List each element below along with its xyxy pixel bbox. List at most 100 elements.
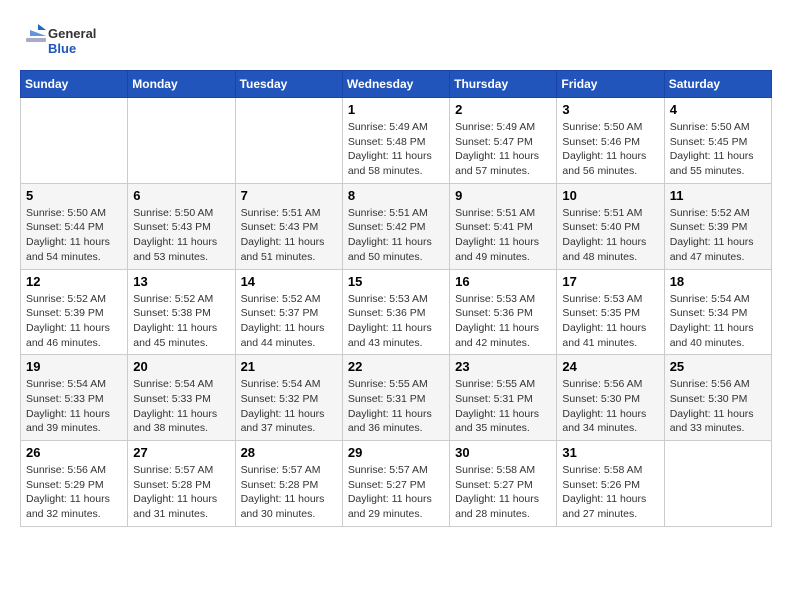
- day-info: Sunrise: 5:56 AM Sunset: 5:30 PM Dayligh…: [562, 377, 658, 436]
- day-number: 5: [26, 188, 122, 203]
- day-number: 13: [133, 274, 229, 289]
- calendar-cell: 24 Sunrise: 5:56 AM Sunset: 5:30 PM Dayli…: [557, 355, 664, 441]
- weekday-header-monday: Monday: [128, 71, 235, 98]
- weekday-header-saturday: Saturday: [664, 71, 771, 98]
- weekday-header-wednesday: Wednesday: [342, 71, 449, 98]
- day-info: Sunrise: 5:54 AM Sunset: 5:32 PM Dayligh…: [241, 377, 337, 436]
- calendar-cell: 22 Sunrise: 5:55 AM Sunset: 5:31 PM Dayli…: [342, 355, 449, 441]
- logo: General Blue: [20, 20, 110, 60]
- day-info: Sunrise: 5:52 AM Sunset: 5:38 PM Dayligh…: [133, 292, 229, 351]
- day-number: 7: [241, 188, 337, 203]
- day-number: 3: [562, 102, 658, 117]
- day-number: 15: [348, 274, 444, 289]
- day-info: Sunrise: 5:54 AM Sunset: 5:34 PM Dayligh…: [670, 292, 766, 351]
- day-info: Sunrise: 5:51 AM Sunset: 5:40 PM Dayligh…: [562, 206, 658, 265]
- day-number: 8: [348, 188, 444, 203]
- day-number: 24: [562, 359, 658, 374]
- calendar-table: SundayMondayTuesdayWednesdayThursdayFrid…: [20, 70, 772, 527]
- day-number: 2: [455, 102, 551, 117]
- calendar-cell: 26 Sunrise: 5:56 AM Sunset: 5:29 PM Dayli…: [21, 441, 128, 527]
- day-number: 28: [241, 445, 337, 460]
- calendar-cell: 4 Sunrise: 5:50 AM Sunset: 5:45 PM Daylig…: [664, 98, 771, 184]
- weekday-header-friday: Friday: [557, 71, 664, 98]
- svg-text:Blue: Blue: [48, 41, 76, 56]
- day-info: Sunrise: 5:49 AM Sunset: 5:48 PM Dayligh…: [348, 120, 444, 179]
- day-info: Sunrise: 5:50 AM Sunset: 5:45 PM Dayligh…: [670, 120, 766, 179]
- day-info: Sunrise: 5:58 AM Sunset: 5:27 PM Dayligh…: [455, 463, 551, 522]
- day-info: Sunrise: 5:56 AM Sunset: 5:29 PM Dayligh…: [26, 463, 122, 522]
- day-number: 31: [562, 445, 658, 460]
- day-info: Sunrise: 5:55 AM Sunset: 5:31 PM Dayligh…: [455, 377, 551, 436]
- calendar-cell: [235, 98, 342, 184]
- day-number: 27: [133, 445, 229, 460]
- day-number: 26: [26, 445, 122, 460]
- day-number: 4: [670, 102, 766, 117]
- calendar-cell: 6 Sunrise: 5:50 AM Sunset: 5:43 PM Daylig…: [128, 183, 235, 269]
- calendar-cell: 21 Sunrise: 5:54 AM Sunset: 5:32 PM Dayli…: [235, 355, 342, 441]
- week-row-3: 12 Sunrise: 5:52 AM Sunset: 5:39 PM Dayli…: [21, 269, 772, 355]
- day-info: Sunrise: 5:51 AM Sunset: 5:42 PM Dayligh…: [348, 206, 444, 265]
- day-info: Sunrise: 5:54 AM Sunset: 5:33 PM Dayligh…: [26, 377, 122, 436]
- day-number: 6: [133, 188, 229, 203]
- calendar-cell: 10Sunrise: 5:51 AM Sunset: 5:40 PM Dayli…: [557, 183, 664, 269]
- day-info: Sunrise: 5:50 AM Sunset: 5:44 PM Dayligh…: [26, 206, 122, 265]
- day-number: 25: [670, 359, 766, 374]
- calendar-cell: 17Sunrise: 5:53 AM Sunset: 5:35 PM Dayli…: [557, 269, 664, 355]
- day-number: 12: [26, 274, 122, 289]
- logo-svg: General Blue: [20, 20, 110, 60]
- day-number: 11: [670, 188, 766, 203]
- calendar-cell: 8 Sunrise: 5:51 AM Sunset: 5:42 PM Daylig…: [342, 183, 449, 269]
- calendar-cell: 28 Sunrise: 5:57 AM Sunset: 5:28 PM Dayli…: [235, 441, 342, 527]
- calendar-cell: 30Sunrise: 5:58 AM Sunset: 5:27 PM Dayli…: [450, 441, 557, 527]
- week-row-5: 26 Sunrise: 5:56 AM Sunset: 5:29 PM Dayli…: [21, 441, 772, 527]
- calendar-cell: 12 Sunrise: 5:52 AM Sunset: 5:39 PM Dayli…: [21, 269, 128, 355]
- day-number: 16: [455, 274, 551, 289]
- calendar-cell: 5 Sunrise: 5:50 AM Sunset: 5:44 PM Daylig…: [21, 183, 128, 269]
- day-info: Sunrise: 5:52 AM Sunset: 5:39 PM Dayligh…: [26, 292, 122, 351]
- svg-text:General: General: [48, 26, 96, 41]
- day-info: Sunrise: 5:55 AM Sunset: 5:31 PM Dayligh…: [348, 377, 444, 436]
- weekday-header-row: SundayMondayTuesdayWednesdayThursdayFrid…: [21, 71, 772, 98]
- weekday-header-thursday: Thursday: [450, 71, 557, 98]
- calendar-cell: 27 Sunrise: 5:57 AM Sunset: 5:28 PM Dayli…: [128, 441, 235, 527]
- day-number: 17: [562, 274, 658, 289]
- calendar-cell: 13 Sunrise: 5:52 AM Sunset: 5:38 PM Dayli…: [128, 269, 235, 355]
- day-number: 19: [26, 359, 122, 374]
- day-info: Sunrise: 5:53 AM Sunset: 5:36 PM Dayligh…: [455, 292, 551, 351]
- day-info: Sunrise: 5:57 AM Sunset: 5:28 PM Dayligh…: [241, 463, 337, 522]
- page-header: General Blue: [20, 20, 772, 60]
- day-info: Sunrise: 5:57 AM Sunset: 5:28 PM Dayligh…: [133, 463, 229, 522]
- day-info: Sunrise: 5:51 AM Sunset: 5:43 PM Dayligh…: [241, 206, 337, 265]
- calendar-cell: 16 Sunrise: 5:53 AM Sunset: 5:36 PM Dayli…: [450, 269, 557, 355]
- day-info: Sunrise: 5:50 AM Sunset: 5:43 PM Dayligh…: [133, 206, 229, 265]
- day-info: Sunrise: 5:58 AM Sunset: 5:26 PM Dayligh…: [562, 463, 658, 522]
- day-info: Sunrise: 5:51 AM Sunset: 5:41 PM Dayligh…: [455, 206, 551, 265]
- day-number: 22: [348, 359, 444, 374]
- calendar-cell: 11Sunrise: 5:52 AM Sunset: 5:39 PM Dayli…: [664, 183, 771, 269]
- calendar-cell: 31 Sunrise: 5:58 AM Sunset: 5:26 PM Dayli…: [557, 441, 664, 527]
- calendar-cell: 9Sunrise: 5:51 AM Sunset: 5:41 PM Daylig…: [450, 183, 557, 269]
- weekday-header-tuesday: Tuesday: [235, 71, 342, 98]
- day-info: Sunrise: 5:52 AM Sunset: 5:37 PM Dayligh…: [241, 292, 337, 351]
- calendar-cell: 25 Sunrise: 5:56 AM Sunset: 5:30 PM Dayli…: [664, 355, 771, 441]
- day-info: Sunrise: 5:49 AM Sunset: 5:47 PM Dayligh…: [455, 120, 551, 179]
- calendar-cell: 1 Sunrise: 5:49 AM Sunset: 5:48 PM Daylig…: [342, 98, 449, 184]
- calendar-cell: [128, 98, 235, 184]
- week-row-1: 1 Sunrise: 5:49 AM Sunset: 5:48 PM Daylig…: [21, 98, 772, 184]
- day-info: Sunrise: 5:56 AM Sunset: 5:30 PM Dayligh…: [670, 377, 766, 436]
- day-number: 23: [455, 359, 551, 374]
- calendar-cell: 2 Sunrise: 5:49 AM Sunset: 5:47 PM Daylig…: [450, 98, 557, 184]
- day-number: 18: [670, 274, 766, 289]
- day-number: 1: [348, 102, 444, 117]
- calendar-cell: 20Sunrise: 5:54 AM Sunset: 5:33 PM Dayli…: [128, 355, 235, 441]
- calendar-cell: 7 Sunrise: 5:51 AM Sunset: 5:43 PM Daylig…: [235, 183, 342, 269]
- calendar-cell: [21, 98, 128, 184]
- weekday-header-sunday: Sunday: [21, 71, 128, 98]
- week-row-2: 5 Sunrise: 5:50 AM Sunset: 5:44 PM Daylig…: [21, 183, 772, 269]
- day-number: 21: [241, 359, 337, 374]
- day-number: 29: [348, 445, 444, 460]
- calendar-cell: [664, 441, 771, 527]
- day-info: Sunrise: 5:54 AM Sunset: 5:33 PM Dayligh…: [133, 377, 229, 436]
- calendar-cell: 3 Sunrise: 5:50 AM Sunset: 5:46 PM Daylig…: [557, 98, 664, 184]
- day-info: Sunrise: 5:50 AM Sunset: 5:46 PM Dayligh…: [562, 120, 658, 179]
